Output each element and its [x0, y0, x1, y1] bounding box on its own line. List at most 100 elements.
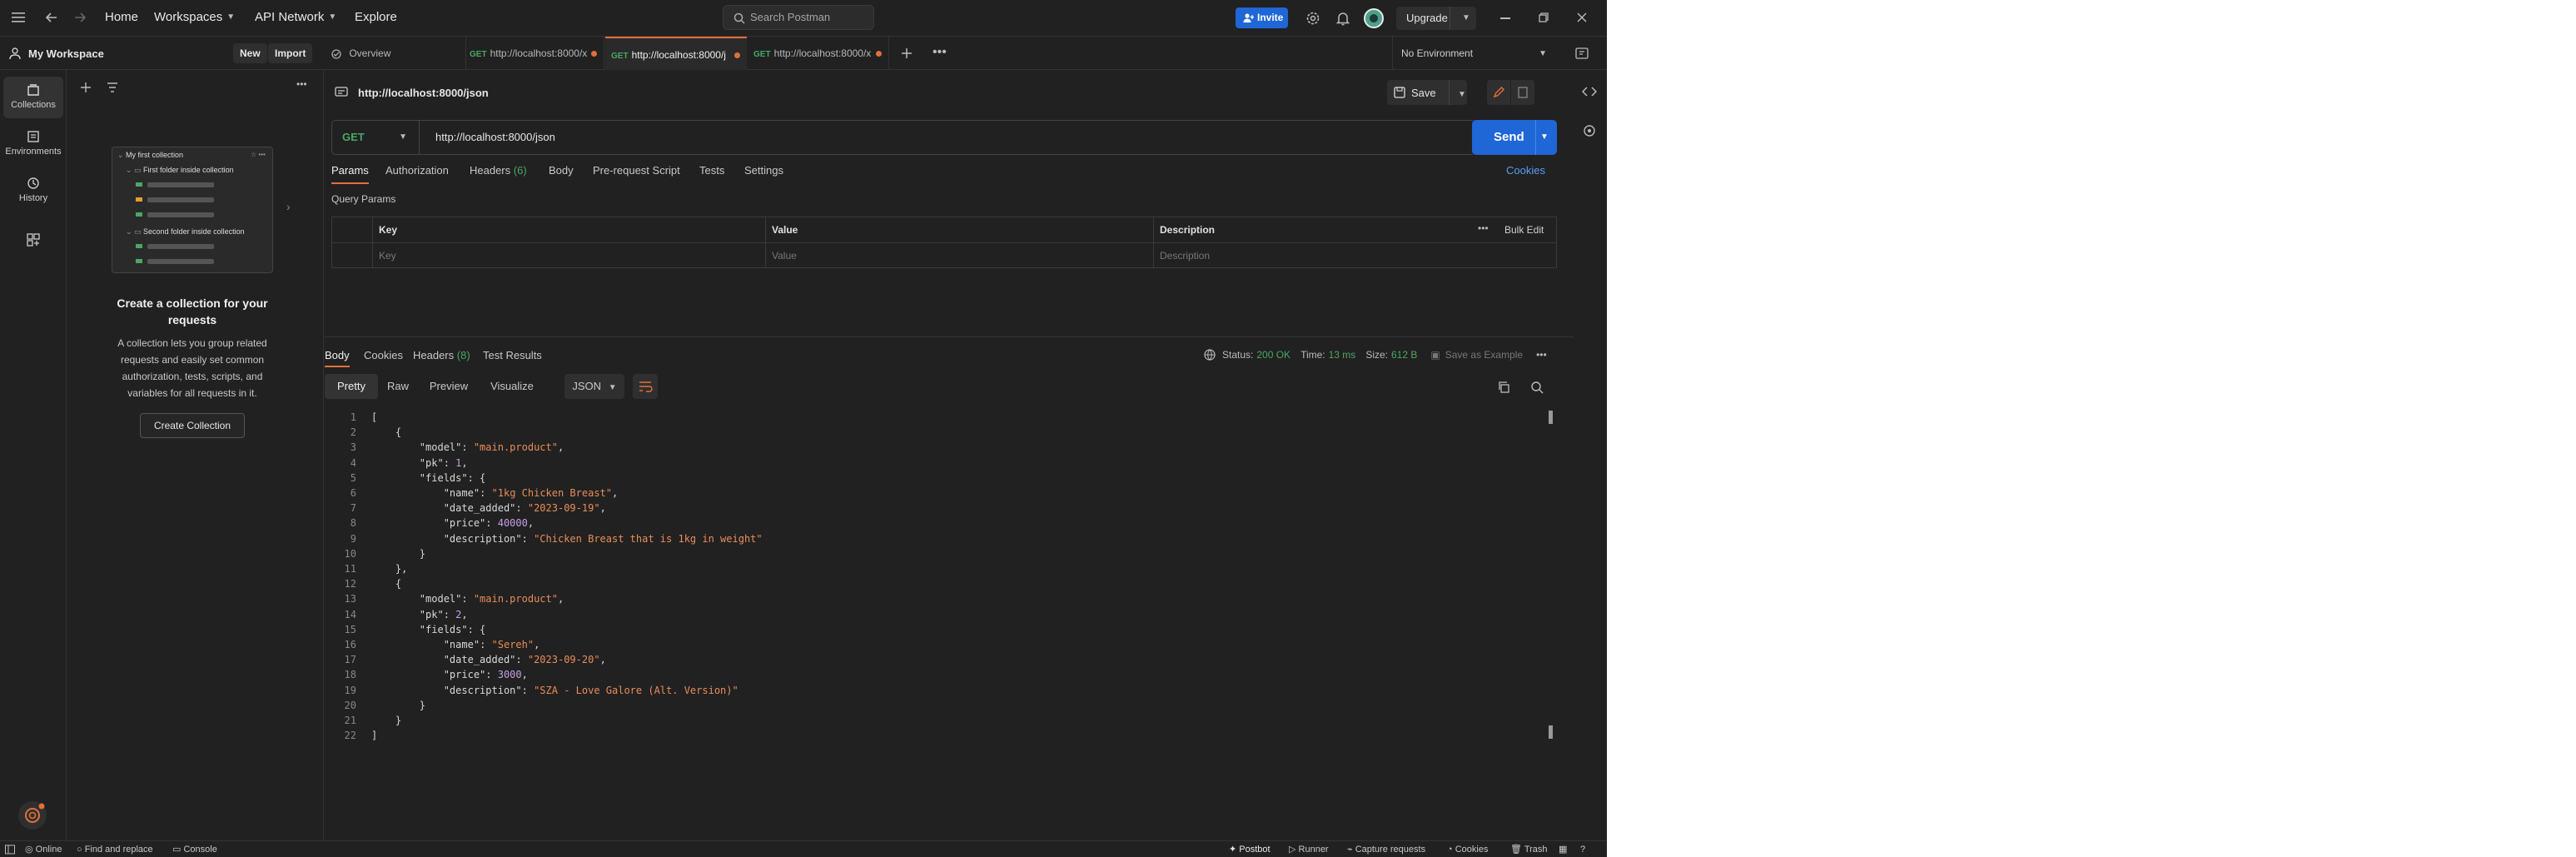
tab-overview[interactable]: Overview — [325, 37, 466, 70]
import-button[interactable]: Import — [268, 43, 313, 63]
new-button[interactable]: New — [233, 43, 267, 63]
tab-params[interactable]: Params — [331, 164, 369, 184]
forward-arrow-icon[interactable] — [73, 11, 87, 24]
nav-workspaces[interactable]: Workspaces ▼ — [154, 10, 235, 24]
add-collection-plus-icon[interactable] — [80, 82, 92, 93]
layout-icon[interactable]: ▦ — [1559, 841, 1567, 857]
response-more-icon[interactable]: ••• — [1536, 349, 1547, 361]
search-response-icon[interactable] — [1530, 381, 1544, 394]
view-tab-visualize[interactable]: Visualize — [480, 374, 545, 399]
save-as-example-button[interactable]: Save as Example — [1445, 349, 1523, 361]
tab-pre-request-script[interactable]: Pre-request Script — [593, 164, 680, 184]
bulk-edit-link[interactable]: Bulk Edit — [1504, 224, 1544, 236]
copy-icon[interactable] — [1497, 381, 1510, 394]
console[interactable]: ▭ Console — [172, 841, 217, 857]
help-icon[interactable]: ? — [1580, 841, 1585, 857]
more-tabs-icon[interactable]: ••• — [932, 45, 947, 60]
rail-environments[interactable]: Environments — [3, 123, 63, 165]
capture-requests[interactable]: ⌁ Capture requests — [1347, 841, 1425, 857]
postbot[interactable]: ✦ Postbot — [1229, 841, 1271, 857]
footer-cookies-label: Cookies — [1455, 845, 1489, 855]
code-text: { — [371, 578, 402, 590]
chevron-down-icon[interactable]: ▼ — [1462, 7, 1470, 30]
time-value[interactable]: 13 ms — [1329, 349, 1356, 361]
top-bar: Home Workspaces ▼ API Network ▼ Explore … — [0, 0, 1607, 37]
nav-explore[interactable]: Explore — [355, 10, 397, 24]
runner[interactable]: ▷ Runner — [1289, 841, 1329, 857]
code-text: [ — [371, 411, 378, 423]
view-tab-raw[interactable]: Raw — [378, 374, 418, 399]
back-arrow-icon[interactable] — [45, 11, 58, 24]
workspace-header[interactable]: My Workspace — [8, 47, 104, 60]
response-tab-headers[interactable]: Headers (8) — [413, 349, 470, 367]
restore-icon[interactable] — [1539, 12, 1549, 22]
toggle-sidebar-icon[interactable] — [5, 841, 15, 857]
find-replace[interactable]: ○ Find and replace — [77, 841, 153, 857]
environment-quick-look-icon[interactable] — [1575, 47, 1589, 60]
method-select[interactable]: GET ▼ — [332, 121, 420, 154]
scrollbar-thumb[interactable] — [1549, 411, 1553, 424]
comments-icon[interactable] — [1582, 123, 1597, 138]
tab-request-3[interactable]: GET http://localhost:8000/x — [748, 37, 889, 70]
postman-app: Home Workspaces ▼ API Network ▼ Explore … — [0, 0, 1607, 857]
view-tab-pretty[interactable]: Pretty — [325, 374, 378, 399]
format-select[interactable]: JSON ▼ — [564, 374, 624, 399]
table-more-icon[interactable]: ••• — [1478, 222, 1489, 234]
description-input[interactable]: Description — [1160, 250, 1210, 262]
chevron-down-icon[interactable]: ▼ — [1540, 120, 1549, 155]
create-collection-button[interactable]: Create Collection — [140, 413, 245, 438]
rail-collections[interactable]: Collections — [3, 77, 63, 118]
line-number: 3 — [350, 441, 356, 454]
notification-bell-icon[interactable] — [1336, 11, 1350, 26]
settings-gear-icon[interactable] — [1305, 11, 1320, 26]
wrap-lines-button[interactable] — [633, 374, 658, 399]
trash[interactable]: 🗑 Trash — [1510, 841, 1548, 857]
tab-authorization[interactable]: Authorization — [385, 164, 449, 184]
environment-select[interactable]: No Environment ▼ — [1392, 37, 1557, 70]
send-button[interactable]: Send ▼ — [1472, 120, 1557, 155]
size-value[interactable]: 612 B — [1391, 349, 1417, 361]
cookies-link[interactable]: Cookies — [1506, 164, 1545, 184]
response-body-editor[interactable]: 1 [2 {3 "model": "main.product", 4 "pk": 1… — [325, 410, 1557, 743]
panel-more-icon[interactable]: ••• — [296, 78, 307, 90]
code-snippet-icon[interactable] — [1582, 85, 1597, 98]
request-title[interactable]: http://localhost:8000/json — [358, 87, 489, 99]
view-tab-preview[interactable]: Preview — [420, 374, 478, 399]
value-input[interactable]: Value — [772, 250, 797, 262]
configure-sidebar-icon[interactable] — [27, 233, 40, 247]
close-window-icon[interactable] — [1577, 12, 1587, 22]
footer-cookies[interactable]: ◔ Cookies — [1447, 841, 1488, 857]
scrollbar-thumb-bottom[interactable] — [1549, 725, 1553, 739]
tab-settings[interactable]: Settings — [744, 164, 783, 184]
tab-tests[interactable]: Tests — [699, 164, 724, 184]
minimize-icon[interactable] — [1500, 17, 1510, 19]
avatar[interactable] — [1364, 8, 1384, 28]
upgrade-button[interactable]: Upgrade ▼ — [1396, 7, 1476, 30]
url-input[interactable]: http://localhost:8000/json — [435, 121, 555, 154]
save-button[interactable]: Save — [1394, 80, 1436, 105]
search-input[interactable]: Search Postman — [723, 5, 874, 30]
filter-icon[interactable] — [107, 82, 118, 93]
nav-home[interactable]: Home — [105, 10, 138, 24]
help-feedback-button[interactable] — [18, 801, 47, 830]
code-text: "date_added": "2023-09-20", — [443, 654, 606, 666]
tab-request-1[interactable]: GET http://localhost:8000/x — [467, 37, 604, 70]
chevron-down-icon[interactable]: ▼ — [1454, 87, 1466, 99]
response-tab-test-results[interactable]: Test Results — [483, 349, 542, 367]
status-value[interactable]: 200 OK — [1256, 349, 1290, 361]
tab-request-active[interactable]: GET http://localhost:8000/j — [605, 37, 747, 70]
response-tab-cookies[interactable]: Cookies — [364, 349, 403, 367]
documentation-button[interactable] — [1511, 80, 1534, 105]
tab-body[interactable]: Body — [549, 164, 574, 184]
invite-button[interactable]: Invite — [1236, 7, 1288, 28]
key-input[interactable]: Key — [379, 250, 396, 262]
edit-pencil-button[interactable] — [1487, 80, 1510, 105]
rail-history[interactable]: History — [3, 170, 63, 212]
online-status[interactable]: ◎ Online — [25, 841, 62, 857]
tab-headers[interactable]: Headers (6) — [470, 164, 527, 184]
menu-icon[interactable] — [12, 12, 25, 23]
new-tab-plus-icon[interactable] — [901, 47, 913, 59]
collection-search-input[interactable] — [127, 77, 293, 97]
nav-api-network[interactable]: API Network ▼ — [255, 10, 336, 24]
response-tab-body[interactable]: Body — [325, 349, 350, 367]
